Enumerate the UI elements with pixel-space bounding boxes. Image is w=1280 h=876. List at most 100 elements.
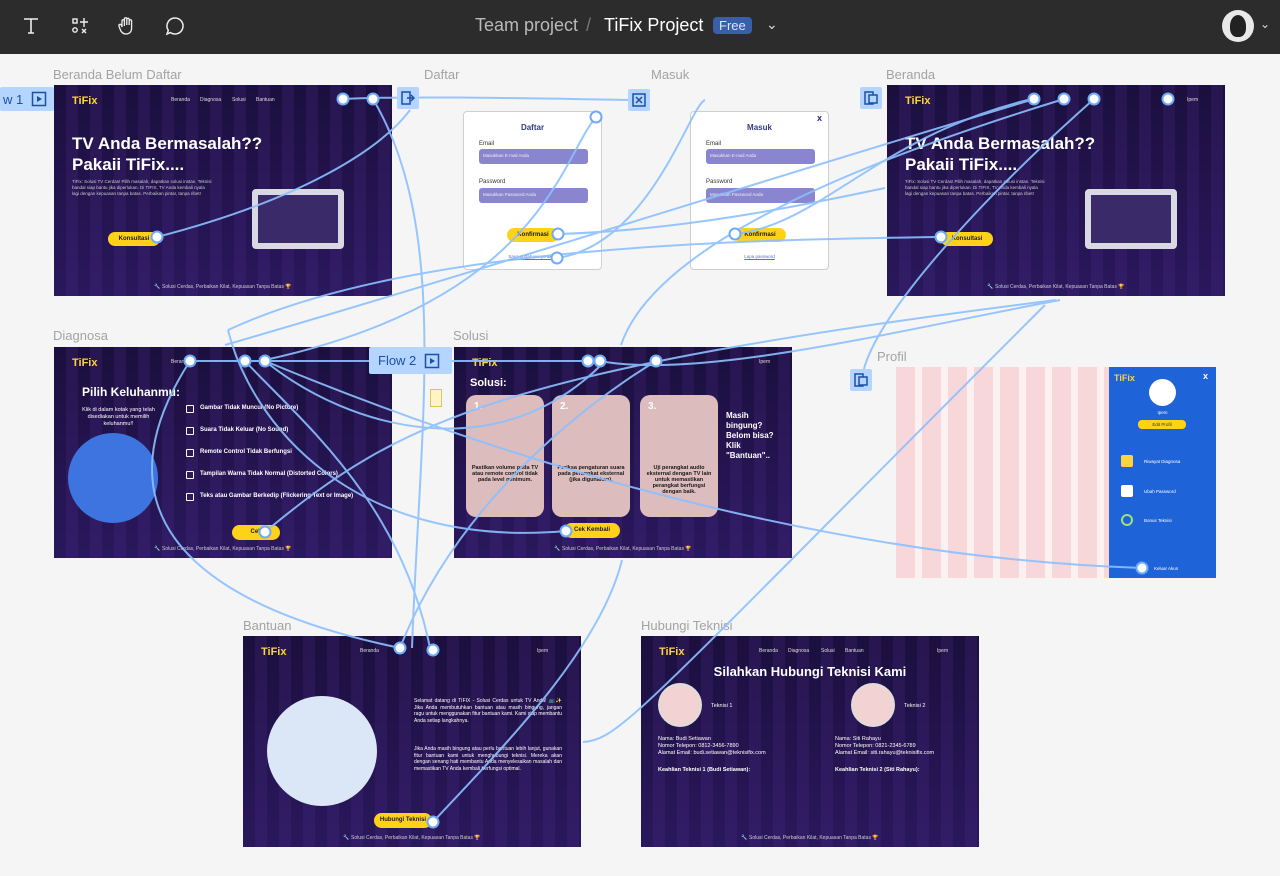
top-toolbar: Team project / TiFix Project Free ⌄ ⌄ [0, 0, 1280, 54]
menu-bonus-teknisi[interactable]: Bonus Teknisi [1144, 518, 1172, 523]
konfirmasi-button[interactable]: Konfirmasi [734, 228, 786, 242]
konsultasi-button[interactable]: Konsultasi [941, 232, 993, 246]
frame-label-bantuan[interactable]: Bantuan [243, 618, 291, 633]
frame-label-beranda-belum-daftar[interactable]: Beranda Belum Daftar [53, 67, 182, 82]
user-name[interactable]: Ipem [1187, 97, 1198, 103]
link-frame-icon[interactable] [397, 87, 419, 109]
complaint-checkbox-4[interactable]: Tampilan Warna Tidak Normal (Distorted C… [186, 471, 338, 479]
solusi-heading: Solusi: [470, 377, 507, 389]
frame-label-hubungi-teknisi[interactable]: Hubungi Teknisi [641, 618, 733, 633]
technician-2-label: Teknisi 2 [904, 703, 926, 709]
tv-warning-illustration [68, 433, 158, 523]
frame-label-masuk[interactable]: Masuk [651, 67, 689, 82]
complaint-checkbox-5[interactable]: Teks atau Gambar Berkedip (Flickering Te… [186, 493, 386, 501]
nav-bantuan[interactable]: Bantuan [845, 648, 864, 654]
lock-icon [1121, 485, 1133, 497]
tifix-logo: TiFix [472, 357, 498, 369]
hand-tool-icon[interactable] [111, 10, 143, 42]
footer-tagline: 🔧 Solusi Cerdas, Perbaikan Kilat, Kepuas… [154, 546, 292, 552]
user-name[interactable]: Ipem [759, 359, 770, 365]
email-field[interactable]: Masukkan E-mail Anda [706, 149, 815, 164]
menu-riwayat-diagnosa[interactable]: Riwayat Diagnosa [1144, 459, 1180, 464]
edit-profile-button[interactable]: Edit Profil [1138, 420, 1186, 429]
sticky-note-icon[interactable] [430, 389, 442, 407]
hubungi-teknisi-button[interactable]: Hubungi Teknisi [374, 813, 432, 828]
close-icon[interactable]: x [1203, 371, 1208, 381]
footer-tagline: 🔧 Solusi Cerdas, Perbaikan Kilat, Kepuas… [741, 835, 879, 841]
frame-masuk[interactable]: Masuk x Email Masukkan E-mail Anda Passw… [690, 111, 829, 270]
tifix-logo: TiFix [659, 646, 685, 658]
user-avatar[interactable] [1222, 10, 1254, 42]
technician-2-avatar [851, 683, 895, 727]
frame-tool-icon[interactable] [64, 10, 96, 42]
frame-label-profil[interactable]: Profil [877, 349, 907, 364]
team-breadcrumb[interactable]: Team project [475, 15, 578, 36]
email-field[interactable]: Masukkan E-mail Anda [479, 149, 588, 164]
frame-profil-grid[interactable] [896, 367, 1109, 578]
open-overlay-icon-profil[interactable] [850, 369, 872, 391]
frame-daftar[interactable]: Daftar Email Masukkan E-mail Anda Passwo… [463, 111, 602, 270]
logout-button[interactable]: Keluar Akun [1154, 566, 1178, 571]
close-icon[interactable]: x [817, 113, 822, 123]
diagnosa-heading: Pilih Keluhanmu: [82, 385, 181, 399]
konfirmasi-button[interactable]: Konfirmasi [507, 228, 559, 242]
password-field[interactable]: Masukkan Password Anda [479, 188, 588, 203]
password-field[interactable]: Masukkan Password Anda [706, 188, 815, 203]
profile-panel[interactable]: TiFix x Ipem Edit Profil Riwayat Diagnos… [1109, 367, 1216, 578]
user-name[interactable]: Ipem [537, 648, 548, 654]
frame-beranda-belum-daftar[interactable]: TiFix Beranda Diagnosa Solusi Bantuan TV… [54, 85, 392, 296]
nav-solusi[interactable]: Solusi [821, 648, 835, 654]
project-title[interactable]: TiFix Project [604, 15, 703, 36]
frame-hubungi-teknisi[interactable]: TiFix Beranda Diagnosa Solusi Bantuan Ip… [641, 636, 979, 847]
nav-bantuan[interactable]: Bantuan [256, 97, 275, 103]
frame-beranda[interactable]: TiFix Ipem TV Anda Bermasalah?? Pakaii Ti… [887, 85, 1225, 296]
frame-label-daftar[interactable]: Daftar [424, 67, 459, 82]
password-label: Password [479, 179, 506, 185]
frame-bantuan[interactable]: TiFix Beranda Ipem Selamat datang di TIF… [243, 636, 581, 847]
nav-beranda[interactable]: Beranda [171, 97, 190, 103]
nav-diagnosa[interactable]: Diagnosa [200, 97, 221, 103]
user-name[interactable]: Ipem [937, 648, 948, 654]
menu-ubah-password[interactable]: Ubah Password [1144, 489, 1176, 494]
close-overlay-icon[interactable] [628, 89, 650, 111]
technician-1-label: Teknisi 1 [711, 703, 733, 709]
bonus-icon [1121, 514, 1133, 526]
avatar-chevron-icon[interactable]: ⌄ [1260, 17, 1270, 31]
tifix-logo: TiFix [72, 357, 98, 369]
nav-beranda[interactable]: Beranda [171, 359, 190, 365]
frame-label-diagnosa[interactable]: Diagnosa [53, 328, 108, 343]
frame-solusi[interactable]: TiFix Ipem Solusi: 1. Pastikan volume pa… [454, 347, 792, 558]
profile-avatar-icon [1149, 379, 1176, 406]
nav-solusi[interactable]: Solusi [232, 97, 246, 103]
email-label: Email [479, 141, 495, 147]
complaint-checkbox-3[interactable]: Remote Control Tidak Berfungsi [186, 449, 292, 457]
bantuan-hint: Masih bingung? Belom bisa? Klik "Bantuan… [726, 411, 774, 460]
hero-description: TiFix: Solusi TV Cerdas! Pilih masalah, … [72, 179, 212, 196]
frame-label-solusi[interactable]: Solusi [453, 328, 488, 343]
konsultasi-button[interactable]: Konsultasi [108, 232, 160, 246]
flow-2-chip[interactable]: Flow 2 [369, 347, 452, 374]
sudah-punya-akun-link[interactable]: Saya sudah punya akun [464, 254, 601, 259]
nav-beranda[interactable]: Beranda [360, 648, 379, 654]
lupa-password-link[interactable]: Lupa password [691, 254, 828, 259]
chevron-down-icon[interactable]: ⌄ [766, 16, 778, 33]
nav-beranda[interactable]: Beranda [759, 648, 778, 654]
frame-diagnosa[interactable]: TiFix Beranda Pilih Keluhanmu: Klik di d… [54, 347, 392, 558]
complaint-checkbox-1[interactable]: Gambar Tidak Muncul (No Picture) [186, 405, 298, 413]
frame-label-beranda[interactable]: Beranda [886, 67, 935, 82]
technician-1-contact: Nama: Budi Setiawan Nomor Telepon: 0812-3… [658, 736, 766, 756]
breadcrumb-separator: / [586, 15, 592, 35]
solution-card-1: 1. Pastikan volume pada TV atau remote c… [466, 395, 544, 517]
hero-heading: TV Anda Bermasalah?? Pakaii TiFix.... [905, 134, 1096, 174]
comment-tool-icon[interactable] [159, 10, 191, 42]
solution-card-2: 2. Periksa pengaturan suara pada perangk… [552, 395, 630, 517]
tifix-logo: TiFix [1114, 373, 1135, 383]
flow-1-chip[interactable]: w 1 [0, 87, 54, 111]
complaint-checkbox-2[interactable]: Suara Tidak Keluar (No Sound) [186, 427, 288, 435]
cek-button[interactable]: Cek [232, 525, 280, 540]
cek-kembali-button[interactable]: Cek Kembali [564, 523, 620, 538]
nav-diagnosa[interactable]: Diagnosa [788, 648, 809, 654]
technician-2-skills-heading: Keahlian Teknisi 2 (Siti Rahayu): [835, 767, 920, 773]
open-overlay-icon[interactable] [860, 87, 882, 109]
text-tool-icon[interactable] [15, 10, 47, 42]
